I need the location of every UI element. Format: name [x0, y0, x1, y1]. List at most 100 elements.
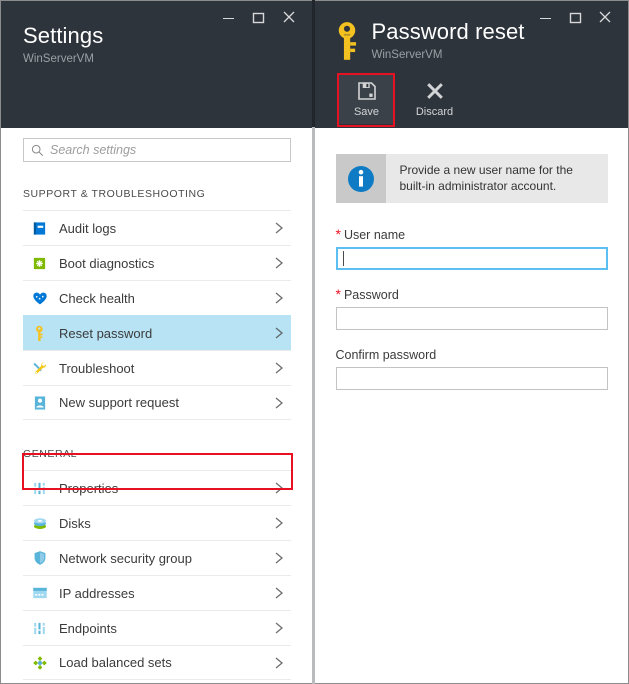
save-button-label: Save [354, 106, 379, 118]
close-icon [282, 10, 296, 24]
chevron-right-icon [273, 360, 285, 376]
user-name-label-row: * User name [336, 228, 609, 242]
sidebar-item-troubleshoot[interactable]: Troubleshoot [23, 350, 291, 385]
audit-logs-icon [31, 220, 48, 237]
reset-page-subtitle: WinServerVM [372, 48, 525, 63]
chevron-right-icon [273, 515, 285, 531]
discard-button[interactable]: Discard [407, 74, 463, 124]
properties-icon [31, 480, 48, 497]
reset-page-title: Password reset [372, 19, 525, 45]
password-reset-header: Password reset WinServerVM Save [315, 1, 629, 128]
sidebar-item-endpoints[interactable]: Endpoints [23, 610, 291, 645]
chevron-right-icon [273, 550, 285, 566]
group-title-general: GENERAL [23, 444, 312, 464]
close-button[interactable] [590, 5, 620, 29]
reset-window-controls [530, 5, 620, 29]
close-button[interactable] [274, 5, 304, 29]
chevron-right-icon [273, 255, 285, 271]
nav-list-support: Audit logs Boot diagnostics [23, 210, 291, 420]
search-input[interactable] [50, 143, 290, 157]
maximize-icon [252, 11, 265, 24]
info-icon-cell [336, 154, 386, 203]
sidebar-item-label: New support request [59, 394, 273, 411]
sidebar-item-label: IP addresses [59, 585, 273, 602]
sidebar-item-properties[interactable]: Properties [23, 470, 291, 505]
close-icon [598, 10, 612, 24]
load-balanced-sets-icon [31, 654, 48, 671]
save-disk-icon [357, 81, 377, 101]
sidebar-item-ip-addresses[interactable]: IP addresses [23, 575, 291, 610]
maximize-icon [569, 11, 582, 24]
sidebar-item-check-health[interactable]: Check health [23, 280, 291, 315]
sidebar-item-label: Reset password [59, 325, 273, 342]
discard-x-icon [425, 81, 445, 101]
chevron-right-icon [273, 585, 285, 601]
new-support-request-icon [31, 394, 48, 411]
sidebar-item-label: Load balanced sets [59, 654, 273, 671]
sidebar-item-disks[interactable]: Disks [23, 505, 291, 540]
troubleshoot-icon [31, 360, 48, 377]
maximize-button[interactable] [560, 5, 590, 29]
maximize-button[interactable] [244, 5, 274, 29]
boot-diagnostics-icon [31, 255, 48, 272]
discard-button-label: Discard [416, 106, 453, 118]
required-asterisk: * [336, 229, 341, 239]
nav-list-general: Properties Disks [23, 470, 291, 680]
endpoints-icon [31, 620, 48, 637]
reset-password-key-icon [31, 325, 48, 342]
password-reset-form: Provide a new user name for the built-in… [315, 128, 629, 683]
disks-icon [31, 515, 48, 532]
sidebar-item-label: Network security group [59, 550, 273, 567]
confirm-password-label-row: Confirm password [336, 348, 609, 362]
sidebar-item-load-balanced-sets[interactable]: Load balanced sets [23, 645, 291, 680]
chevron-right-icon [273, 655, 285, 671]
command-bar: Save Discard [339, 74, 463, 124]
sidebar-item-label: Properties [59, 480, 273, 497]
chevron-right-icon [273, 395, 285, 411]
sidebar-item-label: Troubleshoot [59, 360, 273, 377]
password-label-row: * Password [336, 288, 609, 302]
minimize-button[interactable] [530, 5, 560, 29]
settings-title-block: Settings WinServerVM [23, 23, 103, 67]
ip-addresses-icon [31, 585, 48, 602]
key-icon [332, 21, 362, 61]
chevron-right-icon [273, 325, 285, 341]
sidebar-item-network-security-group[interactable]: Network security group [23, 540, 291, 575]
settings-blade: Settings WinServerVM SUPPORT & TROUBLESH… [0, 0, 312, 684]
minimize-icon [222, 11, 235, 24]
confirm-password-input[interactable] [336, 367, 609, 390]
chevron-right-icon [273, 480, 285, 496]
confirm-password-label: Confirm password [336, 348, 437, 362]
azure-portal-blades: Settings WinServerVM SUPPORT & TROUBLESH… [0, 0, 629, 684]
sidebar-item-label: Endpoints [59, 620, 273, 637]
settings-blade-header: Settings WinServerVM [1, 1, 312, 128]
user-name-label: User name [344, 228, 405, 242]
chevron-right-icon [273, 220, 285, 236]
password-input[interactable] [336, 307, 609, 330]
field-user-name: * User name [336, 228, 609, 270]
user-name-input-wrap [336, 247, 609, 270]
password-label: Password [344, 288, 399, 302]
search-settings-box[interactable] [23, 138, 291, 162]
sidebar-item-label: Boot diagnostics [59, 255, 273, 272]
minimize-button[interactable] [214, 5, 244, 29]
minimize-icon [539, 11, 552, 24]
sidebar-item-label: Disks [59, 515, 273, 532]
user-name-input[interactable] [336, 247, 609, 270]
settings-window-controls [214, 5, 304, 29]
sidebar-item-audit-logs[interactable]: Audit logs [23, 210, 291, 245]
network-security-group-icon [31, 550, 48, 567]
chevron-right-icon [273, 290, 285, 306]
save-button[interactable]: Save [339, 74, 395, 124]
sidebar-item-boot-diagnostics[interactable]: Boot diagnostics [23, 245, 291, 280]
group-title-support: SUPPORT & TROUBLESHOOTING [23, 184, 312, 204]
sidebar-item-new-support-request[interactable]: New support request [23, 385, 291, 420]
settings-body: SUPPORT & TROUBLESHOOTING Audit logs [1, 128, 312, 683]
field-confirm-password: Confirm password [336, 348, 609, 390]
check-health-icon [31, 290, 48, 307]
sidebar-item-reset-password[interactable]: Reset password [23, 315, 291, 350]
search-icon [31, 144, 44, 157]
reset-title-block: Password reset WinServerVM [332, 19, 525, 63]
text-caret [343, 251, 344, 266]
settings-page-subtitle: WinServerVM [23, 52, 103, 67]
